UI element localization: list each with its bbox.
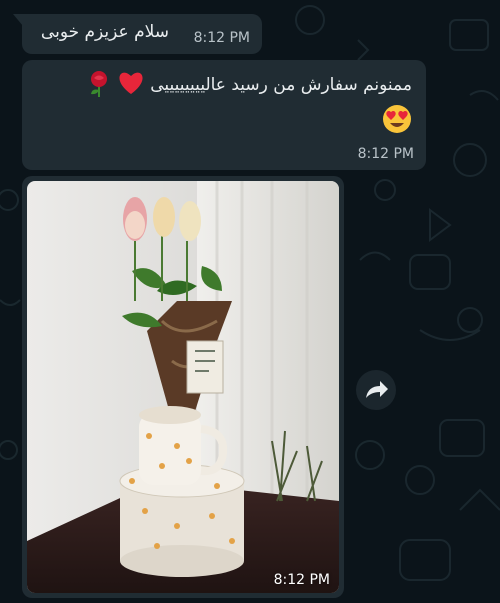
message-time: 8:12 PM xyxy=(193,30,250,46)
message-time: 8:12 PM xyxy=(357,146,414,162)
heart-icon xyxy=(111,72,144,95)
message-text: ممنونم سفارش من رسید عالییییییییی xyxy=(150,75,412,95)
message-bubble-photo[interactable]: 8:12 PM xyxy=(22,176,344,598)
bubble-tail xyxy=(13,14,23,26)
forward-button[interactable] xyxy=(356,370,396,410)
forward-icon xyxy=(356,381,396,414)
message-bubble-incoming-1[interactable]: سلام عزیزم خوبی 8:12 PM xyxy=(13,14,262,54)
message-time: 8:12 PM xyxy=(273,572,330,588)
message-photo[interactable] xyxy=(27,181,339,593)
message-bubble-incoming-2[interactable]: ممنونم سفارش من رسید عالییییییییی 8:12 P… xyxy=(22,60,426,170)
heart-eyes-emoji-icon xyxy=(382,104,412,138)
message-text: سلام عزیزم خوبی xyxy=(40,22,169,42)
message-line: ممنونم سفارش من رسید عالییییییییی xyxy=(87,70,412,98)
rose-icon xyxy=(87,71,111,97)
